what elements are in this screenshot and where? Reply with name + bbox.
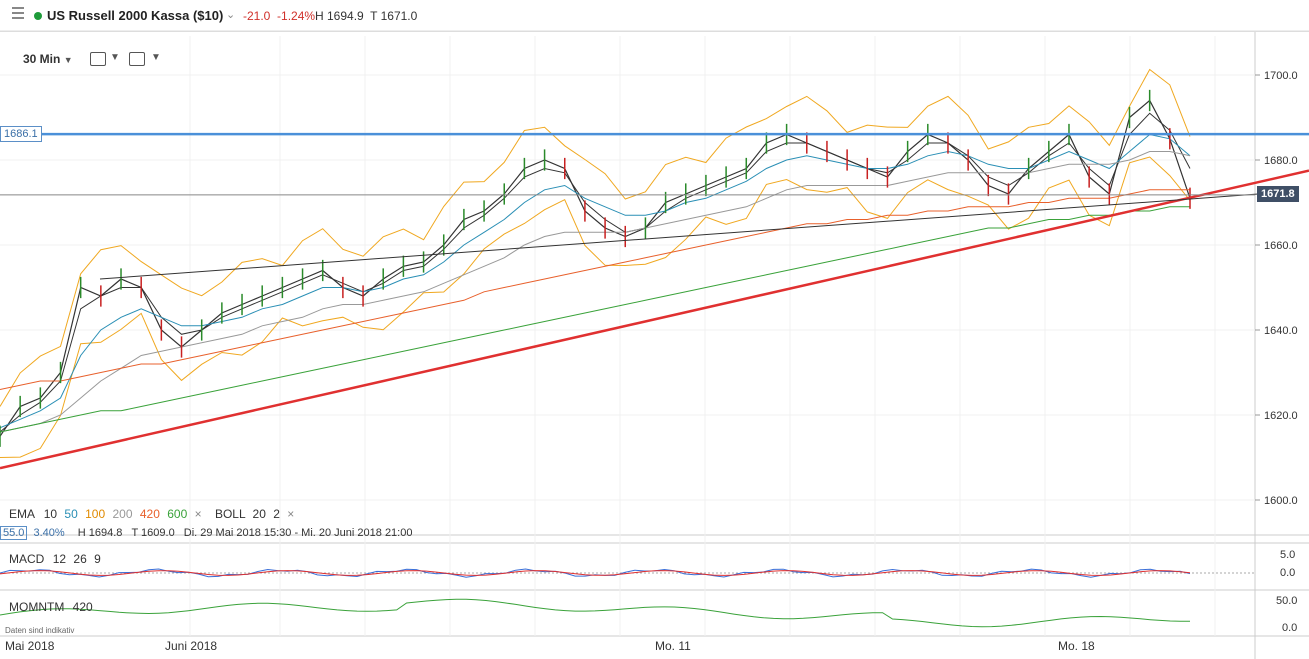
x-tick-label: Mo. 18 [1058,639,1095,653]
close-icon[interactable]: × [195,507,202,521]
momentum-tick-zero: 0.0 [1282,622,1298,634]
boll-label: BOLL [214,507,246,521]
resistance-trendline [99,193,1259,280]
x-tick-label: Juni 2018 [165,639,217,653]
price-chart[interactable]: Mai 2018 Juni 2018 Mo. 11 Mo. 18 1600.0 1620.… [0,0,1309,659]
range-high: H 1694.8 [77,527,123,539]
data-disclaimer: Daten sind indikativ [5,626,75,635]
momentum-line [0,598,1191,628]
y-tick-label: 1700.0 [1264,70,1298,82]
ema-period-100: 100 [85,507,106,521]
range-percent: 3.40% [33,527,65,539]
y-tick-label: 1660.0 [1264,240,1298,252]
y-tick-label: 1620.0 [1264,410,1298,422]
range-value-box: 55.0 [0,526,28,540]
ema-period-50: 50 [64,507,78,521]
range-dates: Di. 29 Mai 2018 15:30 - Mi. 20 Juni 2018… [183,527,413,539]
macd-line [0,568,1191,578]
current-price-label: 1671.8 [1257,186,1299,202]
momentum-param: 420 [72,600,93,614]
x-tick-label: Mo. 11 [655,639,691,653]
range-info-bar: 55.0 3.40% H 1694.8 T 1609.0 Di. 29 Mai … [0,526,413,540]
y-tick-label: 1640.0 [1264,325,1298,337]
x-tick-label: Mai 2018 [5,639,55,653]
macd-tick-top: 5.0 [1280,549,1296,561]
momentum-label: MOMNTM [9,600,65,614]
momentum-legend[interactable]: MOMNTM 420 [9,600,93,614]
macd-param-fast: 12 [52,552,67,566]
y-tick-label: 1680.0 [1264,155,1298,167]
ema-period-200: 200 [112,507,133,521]
macd-label: MACD [9,552,45,566]
support-trendline [0,169,1309,470]
series-line-ema-200 [0,151,1191,433]
ema-period-600: 600 [167,507,188,521]
momentum-tick-top: 50.0 [1276,595,1298,607]
macd-legend[interactable]: MACD 12 26 9 [9,552,101,566]
boll-param-period: 20 [252,507,266,521]
series-line-ema-10 [0,112,1191,433]
ema-period-10: 10 [43,507,58,521]
ema-legend[interactable]: EMA 10 50 100 200 420 600 × BOLL 20 2 × [9,507,294,521]
close-icon[interactable]: × [287,507,294,521]
horizontal-line-label[interactable]: 1686.1 [0,126,42,142]
macd-param-signal: 9 [94,552,101,566]
series-line-ema-600 [0,206,1190,433]
macd-tick-zero: 0.0 [1280,567,1296,579]
ema-label: EMA [9,507,35,521]
macd-param-slow: 26 [73,552,87,566]
y-tick-label: 1600.0 [1264,495,1298,507]
boll-param-dev: 2 [273,507,280,521]
series-line-ema-50 [0,133,1191,429]
range-low: T 1609.0 [131,527,175,539]
ema-period-420: 420 [139,507,160,521]
